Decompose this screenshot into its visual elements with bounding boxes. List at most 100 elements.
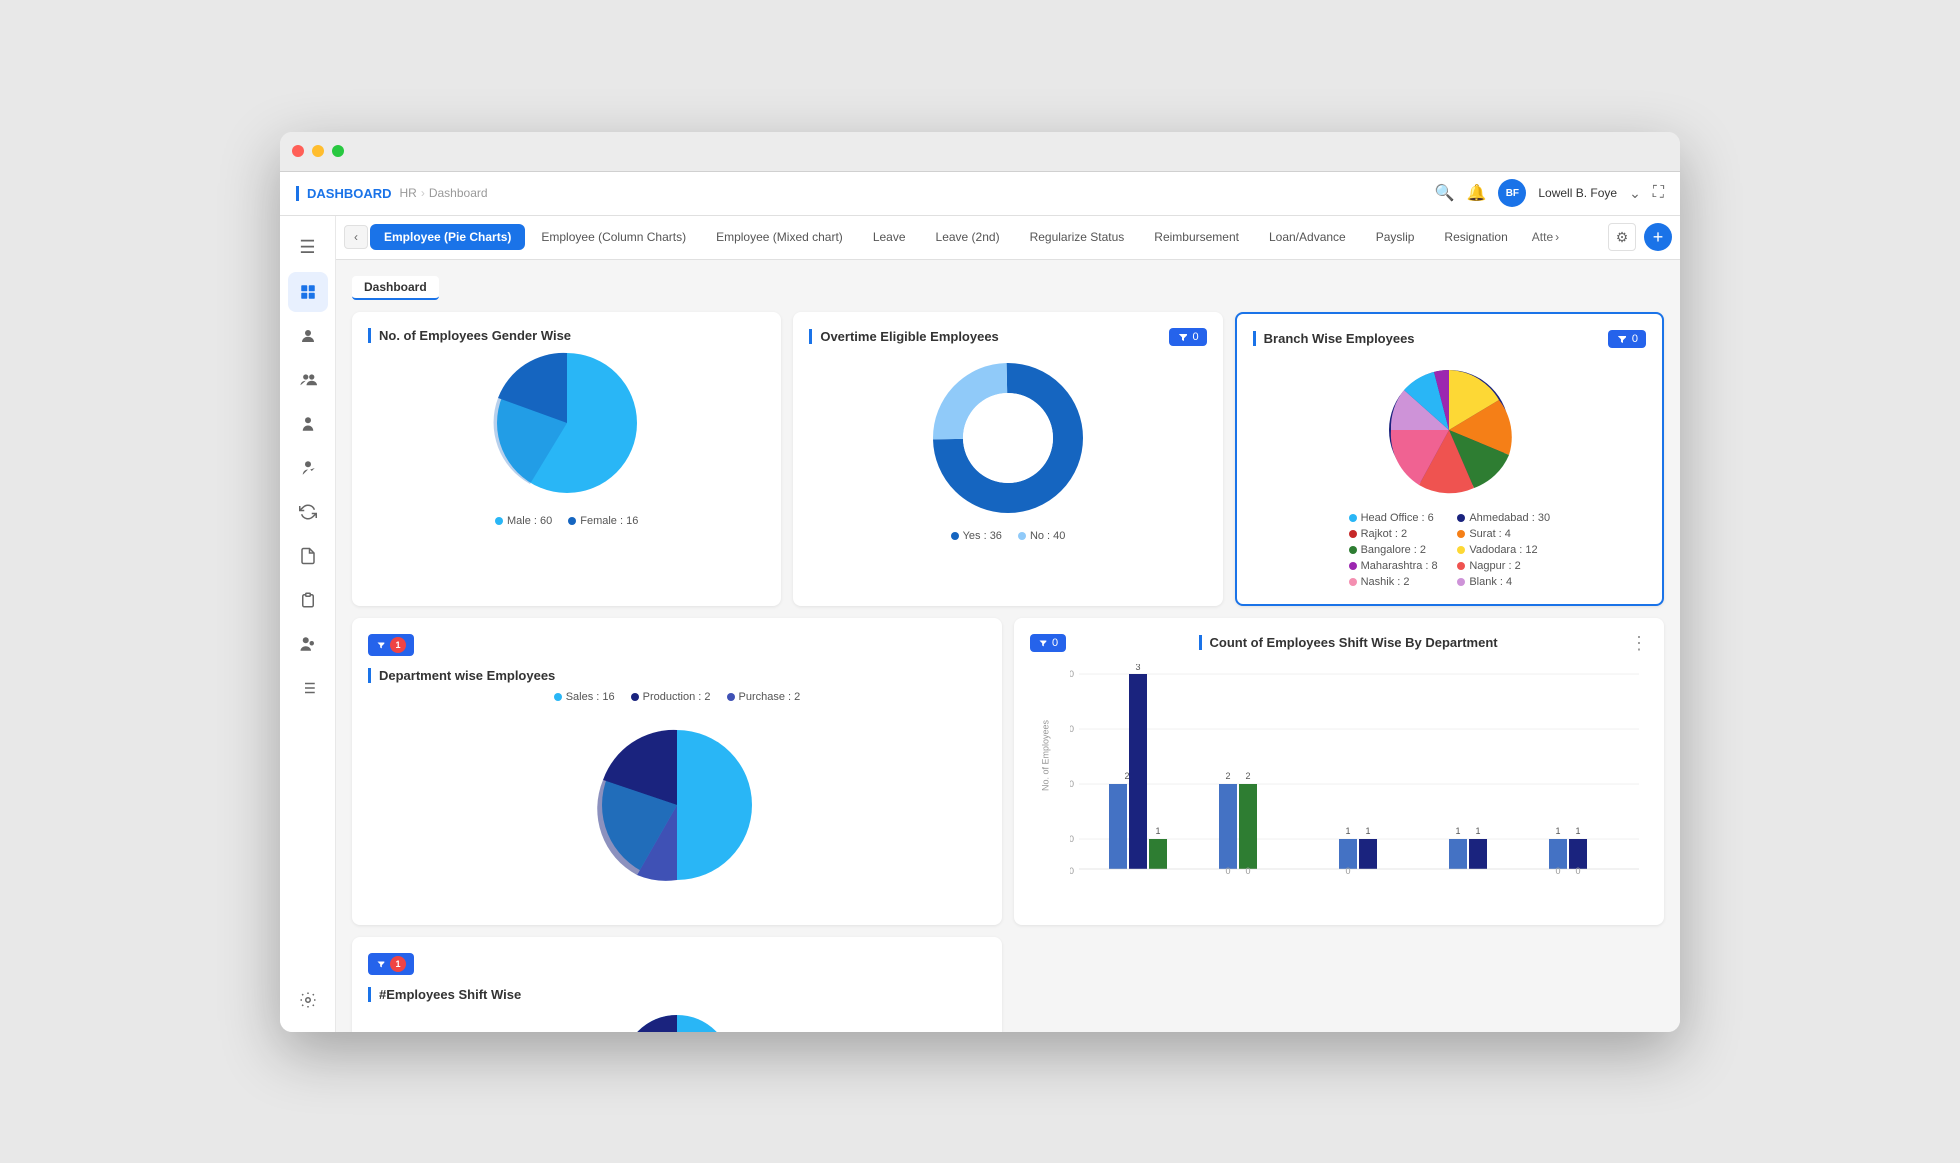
tabs-actions: ⚙ + <box>1608 223 1672 251</box>
close-btn[interactable] <box>292 145 304 157</box>
svg-text:1.00: 1.00 <box>1070 834 1074 844</box>
yes-label: Yes : 36 <box>963 530 1002 542</box>
sidebar: ☰ <box>280 216 336 1032</box>
app-header: DASHBOARD HR › Dashboard 🔍 🔔 BF Lowell B… <box>280 172 1680 216</box>
female-label: Female : 16 <box>580 515 638 527</box>
sidebar-item-refresh[interactable] <box>288 492 328 532</box>
add-tab-btn[interactable]: + <box>1644 223 1672 251</box>
sidebar-item-user2[interactable] <box>288 448 328 488</box>
app-body: ☰ <box>280 216 1680 1032</box>
shift-dept-more-btn[interactable]: ⋮ <box>1630 634 1648 652</box>
branch-maharashtra-label: Maharashtra : 8 <box>1361 560 1438 572</box>
purchase-label: Purchase : 2 <box>739 691 801 703</box>
svg-text:2.00: 2.00 <box>1070 779 1074 789</box>
user-avatar[interactable]: BF <box>1498 179 1526 207</box>
shift-dept-chart-title: Count of Employees Shift Wise By Departm… <box>1199 635 1498 650</box>
tab-resignation[interactable]: Resignation <box>1430 224 1521 250</box>
tab-payslip[interactable]: Payslip <box>1362 224 1429 250</box>
branch-chart-title: Branch Wise Employees <box>1253 331 1415 346</box>
shift-chart-title: #Employees Shift Wise <box>368 987 986 1002</box>
svg-text:1: 1 <box>1155 826 1160 836</box>
tab-prev-btn[interactable]: ‹ <box>344 225 368 249</box>
overtime-filter-icon[interactable]: 0 <box>1169 328 1207 346</box>
chevron-down-icon[interactable]: ⌄ <box>1629 185 1641 202</box>
tab-employee-column[interactable]: Employee (Column Charts) <box>527 224 700 250</box>
svg-text:0.00: 0.00 <box>1070 866 1074 876</box>
dept-chart-card: 1 Department wise Employees Sales : 16 <box>352 618 1002 925</box>
svg-text:0: 0 <box>1345 866 1350 876</box>
no-label: No : 40 <box>1030 530 1065 542</box>
branch-ahmedabad-label: Ahmedabad : 30 <box>1469 512 1550 524</box>
dashboard-tab-label[interactable]: Dashboard <box>352 276 439 300</box>
tab-employee-pie[interactable]: Employee (Pie Charts) <box>370 224 525 250</box>
dept-pie-chart <box>587 715 767 895</box>
shift-dept-filter-badge: 0 <box>1052 637 1058 649</box>
tab-employee-mixed[interactable]: Employee (Mixed chart) <box>702 224 857 250</box>
branch-nagpur: Nagpur : 2 <box>1457 560 1550 572</box>
dept-card-header: 1 <box>368 634 986 656</box>
overtime-chart-title: Overtime Eligible Employees <box>809 329 998 344</box>
tab-loan[interactable]: Loan/Advance <box>1255 224 1360 250</box>
mac-window: DASHBOARD HR › Dashboard 🔍 🔔 BF Lowell B… <box>280 132 1680 1032</box>
branch-legend: Head Office : 6 Ahmedabad : 30 Rajkot : … <box>1349 512 1550 588</box>
svg-text:1: 1 <box>1555 826 1560 836</box>
tab-leave-2nd[interactable]: Leave (2nd) <box>922 224 1014 250</box>
gender-chart-card: No. of Employees Gender Wise <box>352 312 781 606</box>
branch-filter-icon[interactable]: 0 <box>1608 330 1646 348</box>
gender-pie-container: Male : 60 Female : 16 <box>368 343 765 527</box>
overtime-card-header: Overtime Eligible Employees 0 <box>809 328 1206 346</box>
shift-chart-card: 1 #Employees Shift Wise <box>352 937 1002 1032</box>
branch-nashik: Nashik : 2 <box>1349 576 1442 588</box>
gender-chart-title: No. of Employees Gender Wise <box>368 328 765 343</box>
second-row: 1 Department wise Employees Sales : 16 <box>352 618 1664 925</box>
tab-regularize[interactable]: Regularize Status <box>1016 224 1139 250</box>
minimize-btn[interactable] <box>312 145 324 157</box>
branch-chart-container: Head Office : 6 Ahmedabad : 30 Rajkot : … <box>1253 360 1646 588</box>
sidebar-item-box[interactable] <box>288 668 328 708</box>
sidebar-item-menu[interactable]: ☰ <box>288 228 328 268</box>
branch-vadodara-label: Vadodara : 12 <box>1469 544 1537 556</box>
tab-reimbursement[interactable]: Reimbursement <box>1140 224 1253 250</box>
svg-text:0: 0 <box>1575 866 1580 876</box>
gender-pie-chart <box>487 343 647 503</box>
sidebar-item-group[interactable] <box>288 624 328 664</box>
sidebar-item-employees[interactable] <box>288 316 328 356</box>
sidebar-item-dashboard[interactable] <box>288 272 328 312</box>
search-icon[interactable]: 🔍 <box>1435 183 1455 203</box>
branch-headoffice-label: Head Office : 6 <box>1361 512 1434 524</box>
svg-text:1: 1 <box>1575 826 1580 836</box>
notification-icon[interactable]: 🔔 <box>1466 183 1486 203</box>
shift-dept-bar-container: No. of Employees 4.00 3.00 <box>1030 664 1648 909</box>
dept-chart-title: Department wise Employees <box>368 668 986 683</box>
overtime-filter: 0 <box>1169 328 1207 346</box>
maximize-btn[interactable] <box>332 145 344 157</box>
app-title: DASHBOARD <box>296 186 392 201</box>
dept-pie-container: Sales : 16 Production : 2 Purchase : 2 <box>368 691 986 895</box>
sidebar-item-team[interactable] <box>288 360 328 400</box>
dept-filter-icon[interactable]: 1 <box>368 634 414 656</box>
branch-pie-chart <box>1379 360 1519 500</box>
svg-text:3: 3 <box>1135 664 1140 672</box>
sidebar-item-doc2[interactable] <box>288 580 328 620</box>
tab-leave[interactable]: Leave <box>859 224 920 250</box>
svg-text:1: 1 <box>1365 826 1370 836</box>
overtime-donut-chart <box>928 358 1088 518</box>
breadcrumb: HR › Dashboard <box>400 186 488 200</box>
fullscreen-icon[interactable]: ⛶ <box>1653 184 1664 202</box>
shift-filter-icon[interactable]: 1 <box>368 953 414 975</box>
tab-more-btn[interactable]: Atte › <box>1524 226 1567 248</box>
no-dot <box>1018 532 1026 540</box>
svg-text:0: 0 <box>1245 866 1250 876</box>
overtime-pie-container: Yes : 36 No : 40 <box>809 358 1206 542</box>
dept-top-legend: Sales : 16 Production : 2 Purchase : 2 <box>554 691 801 703</box>
branch-nagpur-label: Nagpur : 2 <box>1469 560 1520 572</box>
branch-rajkot: Rajkot : 2 <box>1349 528 1442 540</box>
svg-text:3.00: 3.00 <box>1070 724 1074 734</box>
shift-dept-chart-card: 0 Count of Employees Shift Wise By Depar… <box>1014 618 1664 925</box>
sidebar-item-person[interactable] <box>288 404 328 444</box>
customize-btn[interactable]: ⚙ <box>1608 223 1636 251</box>
sidebar-item-settings[interactable] <box>288 980 328 1020</box>
shift-dept-filter-icon[interactable]: 0 <box>1030 634 1066 652</box>
sidebar-item-doc1[interactable] <box>288 536 328 576</box>
breadcrumb-hr: HR <box>400 186 417 200</box>
